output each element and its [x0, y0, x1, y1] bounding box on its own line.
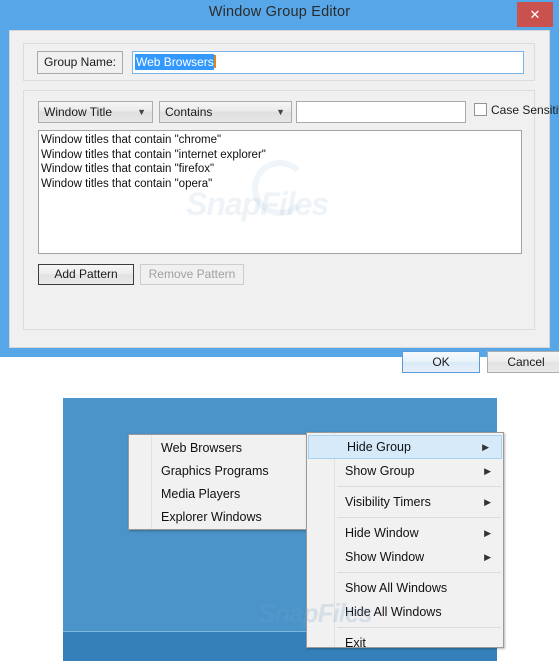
- menu-item-exit[interactable]: Exit: [307, 631, 503, 655]
- pattern-input[interactable]: [296, 101, 466, 123]
- chevron-right-icon: ▶: [482, 442, 489, 452]
- dialog-body: Group Name: Web Browsers Window Title ▼ …: [9, 30, 559, 373]
- menu-separator: [337, 572, 501, 573]
- group-name-value: Web Browsers: [135, 54, 214, 70]
- group-name-input[interactable]: Web Browsers: [132, 51, 524, 74]
- operator-select-value: Contains: [165, 105, 213, 119]
- chevron-right-icon: ▶: [484, 497, 491, 507]
- case-sensitive-label: Case Sensitive: [491, 103, 559, 117]
- patterns-panel: Window Title ▼ Contains ▼ Case Sensitive…: [23, 90, 559, 330]
- list-item[interactable]: Window titles that contain "chrome": [41, 133, 521, 148]
- case-sensitive-checkbox[interactable]: Case Sensitive: [474, 103, 559, 117]
- menu-item-label: Hide Window: [345, 526, 419, 540]
- menu-item-label: Show Group: [345, 464, 415, 478]
- group-name-label: Group Name:: [37, 51, 123, 74]
- menu-separator: [337, 517, 501, 518]
- group-submenu: Web Browsers Graphics Programs Media Pla…: [128, 434, 308, 530]
- text-caret: [213, 55, 216, 68]
- chevron-right-icon: ▶: [484, 528, 491, 538]
- menu-item-web-browsers[interactable]: Web Browsers: [129, 437, 307, 460]
- add-pattern-button[interactable]: Add Pattern: [38, 264, 134, 285]
- cancel-button[interactable]: Cancel: [487, 351, 559, 373]
- remove-pattern-button: Remove Pattern: [140, 264, 244, 285]
- menu-item-label: Show Window: [345, 550, 425, 564]
- tray-context-menu-items: Hide Group ▶ Show Group ▶ Visibility Tim…: [307, 433, 503, 657]
- menu-item-show-all-windows[interactable]: Show All Windows: [307, 576, 503, 600]
- tray-context-menu: Hide Group ▶ Show Group ▶ Visibility Tim…: [306, 432, 504, 650]
- list-item[interactable]: Window titles that contain "opera": [41, 177, 521, 192]
- menu-item-label: Visibility Timers: [345, 495, 431, 509]
- chevron-right-icon: ▶: [484, 552, 491, 562]
- group-submenu-items: Web Browsers Graphics Programs Media Pla…: [129, 435, 307, 531]
- menu-item-label: Hide Group: [347, 440, 411, 454]
- window-group-editor-dialog: Window Group Editor ✕ Group Name: Web Br…: [0, 0, 559, 373]
- menu-separator: [337, 486, 501, 487]
- close-icon[interactable]: ✕: [517, 2, 553, 27]
- group-name-panel: Group Name: Web Browsers: [23, 43, 535, 81]
- menu-item-hide-group[interactable]: Hide Group ▶: [308, 435, 502, 459]
- field-select[interactable]: Window Title ▼: [38, 101, 153, 123]
- ok-button[interactable]: OK: [402, 351, 480, 373]
- chevron-down-icon: ▼: [276, 107, 285, 117]
- menu-separator: [337, 627, 501, 628]
- pattern-listbox[interactable]: Window titles that contain "chrome" Wind…: [38, 130, 522, 254]
- operator-select[interactable]: Contains ▼: [159, 101, 292, 123]
- list-item[interactable]: Window titles that contain "internet exp…: [41, 148, 521, 163]
- dialog-titlebar[interactable]: Window Group Editor ✕: [0, 0, 559, 30]
- screenshot-root: Window Group Editor ✕ Group Name: Web Br…: [0, 0, 559, 661]
- list-item[interactable]: Window titles that contain "firefox": [41, 162, 521, 177]
- chevron-right-icon: ▶: [484, 466, 491, 476]
- menu-item-hide-all-windows[interactable]: Hide All Windows: [307, 600, 503, 624]
- menu-item-hide-window[interactable]: Hide Window ▶: [307, 521, 503, 545]
- field-select-value: Window Title: [44, 105, 113, 119]
- dialog-title: Window Group Editor: [208, 4, 351, 20]
- menu-item-visibility-timers[interactable]: Visibility Timers ▶: [307, 490, 503, 514]
- checkbox-icon: [474, 103, 487, 116]
- menu-item-media-players[interactable]: Media Players: [129, 483, 307, 506]
- chevron-down-icon: ▼: [137, 107, 146, 117]
- menu-item-graphics-programs[interactable]: Graphics Programs: [129, 460, 307, 483]
- menu-item-explorer-windows[interactable]: Explorer Windows: [129, 506, 307, 529]
- menu-item-show-window[interactable]: Show Window ▶: [307, 545, 503, 569]
- menu-item-show-group[interactable]: Show Group ▶: [307, 459, 503, 483]
